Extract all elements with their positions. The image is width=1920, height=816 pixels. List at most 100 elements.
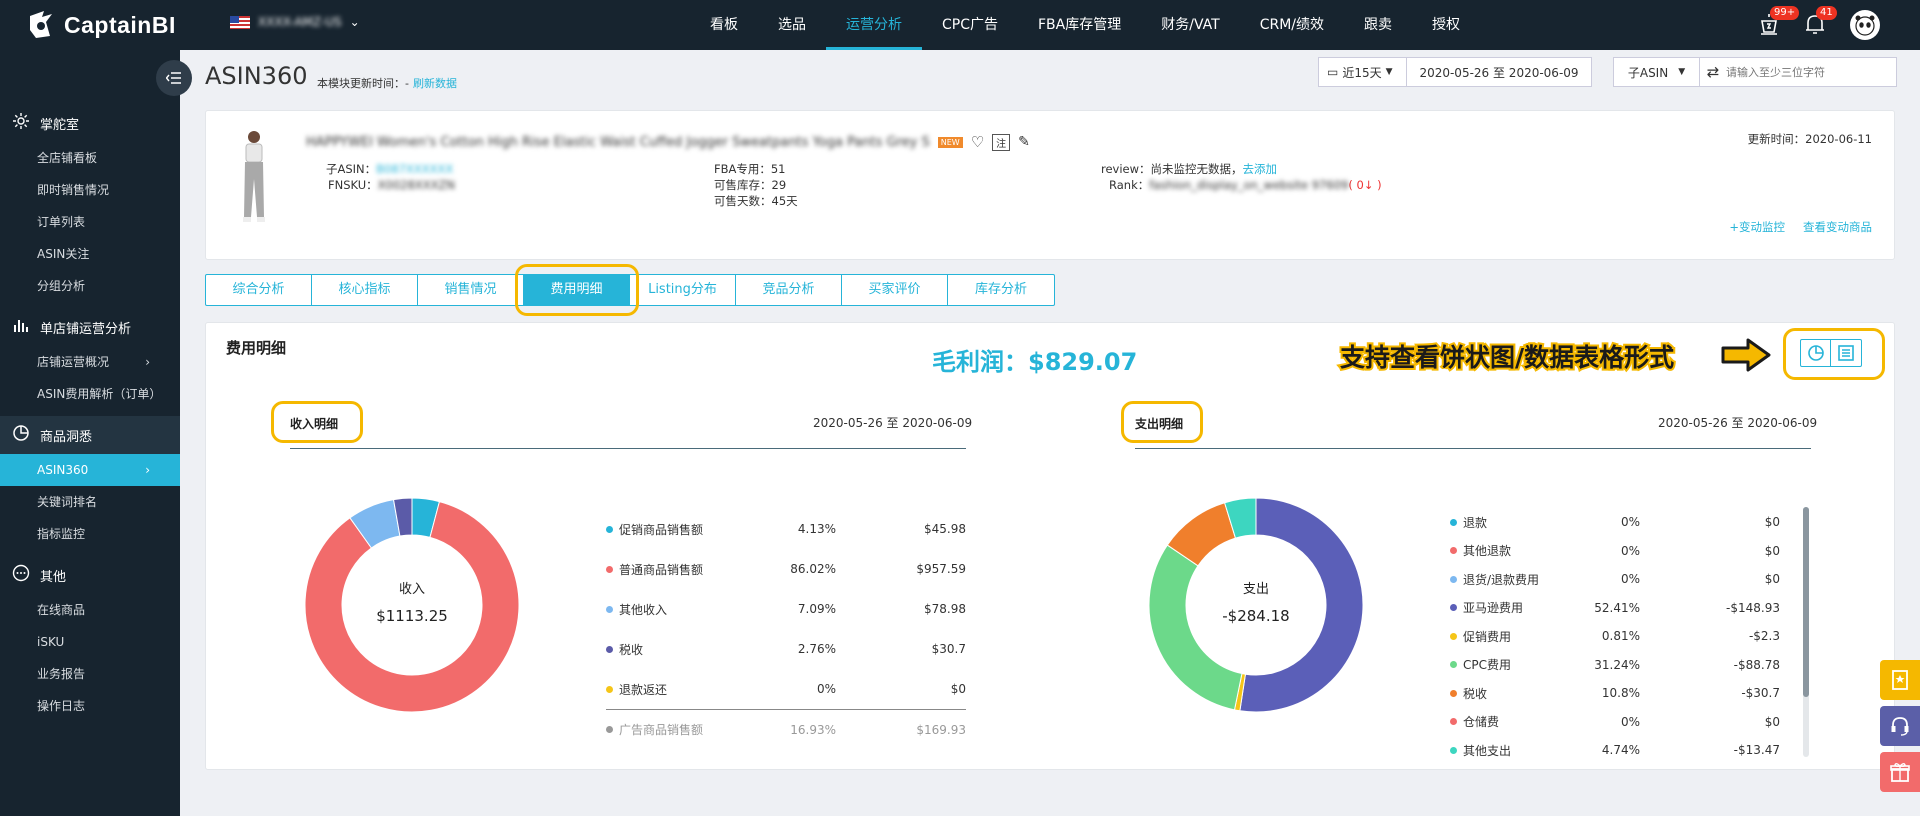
legend-item[interactable]: 其他收入 7.09% $78.98 [606,589,966,629]
support-button[interactable] [1880,706,1920,746]
legend-item[interactable]: 普通商品销售额 86.02% $957.59 [606,549,966,589]
store-selector[interactable]: XXXX-AMZ-US ⌄ [230,15,360,29]
asin-search-input[interactable] [1726,65,1886,79]
store-name: XXXX-AMZ-US [258,15,342,29]
legend-percent: 0% [1620,543,1640,558]
legend-item[interactable]: 促销商品销售额 4.13% $45.98 [606,509,966,549]
legend-item[interactable]: 退款 0% $0 [1450,508,1780,537]
sidebar-item[interactable]: iSKU [0,626,180,658]
sidebar-group[interactable]: 单店铺运营分析 [0,308,180,346]
legend-item[interactable]: 税收 2.76% $30.7 [606,629,966,669]
sidebar-item[interactable]: ASIN费用解析（订单） [0,378,180,410]
bookmark-button[interactable] [1880,660,1920,700]
legend-item-ad-sales[interactable]: 广告商品销售额 16.93% $169.93 [606,709,966,749]
avatar[interactable] [1850,10,1880,40]
sidebar-item[interactable]: 关键词排名 [0,486,180,518]
legend-dot [1450,746,1457,754]
legend-item[interactable]: 其他退款 0% $0 [1450,537,1780,566]
legend-dot [606,525,613,533]
review-add-link[interactable]: 去添加 [1243,162,1278,176]
page-title: ASIN360 [205,62,308,90]
legend-item[interactable]: 其他支出 4.74% -$13.47 [1450,736,1780,765]
swap-icon[interactable]: ⇄ [1700,63,1726,81]
sidebar-item[interactable]: 订单列表 [0,206,180,238]
legend-name: 退款 [1463,515,1488,530]
legend-value: $0 [1764,515,1780,530]
nav-item[interactable]: CRM/绩效 [1240,0,1344,50]
sidebar-item[interactable]: ASIN关注 [0,238,180,270]
asin-value[interactable]: B087XXXXXX [376,162,453,176]
nav-item[interactable]: 授权 [1412,0,1480,50]
legend-value: $30.7 [931,642,966,656]
pie-slice[interactable] [1148,544,1243,711]
legend-item[interactable]: CPC费用 31.24% -$88.78 [1450,651,1780,680]
sidebar-item[interactable]: 指标监控 [0,518,180,550]
sidebar-item-label: ASIN360 [37,463,89,477]
asin-type-select[interactable]: 子ASIN ▼ [1614,58,1700,86]
date-range-input[interactable]: 2020-05-26 至 2020-06-09 [1407,64,1591,81]
sidebar-item[interactable]: 操作日志 [0,690,180,722]
legend-item[interactable]: 促销费用 0.81% -$2.3 [1450,622,1780,651]
top-bar: CaptainBI XXXX-AMZ-US ⌄ 看板 选品 运营分析 CPC广告 FBA… [0,0,1920,50]
legend-percent: 10.8% [1601,686,1640,701]
legend-dot [606,726,613,733]
logo[interactable]: CaptainBI [24,8,176,42]
edit-icon[interactable]: ✎ [1018,134,1030,150]
review-label: review： [1101,162,1151,176]
sidebar-group-label: 单店铺运营分析 [40,321,132,337]
sidebar-item[interactable]: ASIN360 › [0,454,180,486]
product-links: +变动监控 查看变动商品 [1729,219,1872,235]
sidebar-item[interactable]: 全店铺看板 [0,142,180,174]
alert-badge: 99+ [1770,6,1800,20]
tab[interactable]: 库存分析 [948,275,1054,305]
sidebar-item[interactable]: 业务报告 [0,658,180,690]
sidebar-group[interactable]: 商品洞悉 [0,416,180,454]
legend-item[interactable]: 亚马逊费用 52.41% -$148.93 [1450,594,1780,623]
note-icon[interactable]: 注 [992,133,1011,151]
sidebar-item[interactable]: 店铺运营概况 › [0,346,180,378]
product-title[interactable]: HAPPYWEI Women's Cotton High Rise Elasti… [306,135,930,150]
collapse-sidebar-button[interactable] [156,60,192,96]
tab[interactable]: Listing分布 [630,275,736,305]
legend-percent: 0.81% [1601,629,1640,644]
bookmark-icon [1892,670,1908,690]
nav-item[interactable]: 选品 [758,0,826,50]
rank-change: ( 0↓ ) [1348,178,1382,192]
stock-info: FBA专用：51 可售库存：29 可售天数：45天 [714,161,798,209]
nav-item[interactable]: FBA库存管理 [1018,0,1141,50]
legend-item[interactable]: 仓储费 0% $0 [1450,708,1780,737]
tab[interactable]: 销售情况 [418,275,524,305]
nav-item[interactable]: 看板 [690,0,758,50]
nav-item[interactable]: 跟卖 [1344,0,1412,50]
sidebar-item[interactable]: 分组分析 [0,270,180,302]
tab[interactable]: 核心指标 [312,275,418,305]
view-changes-link[interactable]: 查看变动商品 [1803,219,1872,235]
legend-item[interactable]: 税收 10.8% -$30.7 [1450,679,1780,708]
monitor-link[interactable]: +变动监控 [1729,219,1785,235]
nav-item[interactable]: CPC广告 [922,0,1018,50]
tab[interactable]: 竞品分析 [736,275,842,305]
sidebar-group[interactable]: 其他 [0,556,180,594]
fnsku-label: FNSKU： [328,178,378,192]
sidebar-item[interactable]: 即时销售情况 [0,174,180,206]
heart-icon[interactable]: ♡ [971,133,984,151]
sidebar-group[interactable]: 掌舵室 [0,104,180,142]
expense-legend-scrollbar[interactable] [1803,507,1809,757]
legend-item[interactable]: 退款返还 0% $0 [606,669,966,709]
us-flag-icon [230,15,250,29]
gift-button[interactable] [1880,752,1920,792]
nav-item[interactable]: 财务/VAT [1141,0,1239,50]
tab[interactable]: 综合分析 [206,275,312,305]
legend-item[interactable]: 退货/退款费用 0% $0 [1450,565,1780,594]
expense-center: 支出 -$284.18 [1196,578,1316,625]
product-image[interactable] [234,129,274,229]
product-panel: HAPPYWEI Women's Cotton High Rise Elasti… [205,110,1895,260]
alert-icon[interactable]: 99+ [1758,6,1800,38]
sidebar-item[interactable]: 在线商品 [0,594,180,626]
refresh-link[interactable]: 刷新数据 [413,77,457,90]
nav-item[interactable]: 运营分析 [826,0,922,50]
tab[interactable]: 买家评价 [842,275,948,305]
bell-icon[interactable]: 41 [1804,6,1837,38]
period-select[interactable]: ▭ 近15天 ▼ [1319,58,1407,86]
sidebar-item-label: 订单列表 [37,215,86,229]
